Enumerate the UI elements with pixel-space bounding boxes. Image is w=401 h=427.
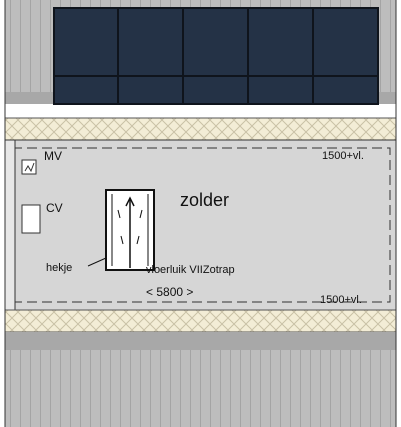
- mv-unit-icon: [21, 159, 37, 175]
- room-name: zolder: [180, 190, 229, 210]
- stair-hatch: [105, 189, 155, 271]
- attic-floor-plan: MV CV zolder hekje vloerluik VIIZotrap <…: [4, 0, 397, 427]
- cv-label: CV: [46, 201, 63, 215]
- insulation-bottom: [4, 309, 397, 333]
- railing-label: hekje: [46, 262, 72, 274]
- room-floor: [4, 139, 397, 311]
- width-dimension: < 5800 >: [146, 285, 193, 299]
- ceiling-height-bottom: 1500+vl.: [320, 294, 362, 306]
- cv-boiler-icon: [21, 204, 41, 234]
- roof-bottom: [5, 332, 396, 427]
- solar-panel-array: [53, 7, 379, 105]
- ceiling-height-top: 1500+vl.: [322, 150, 364, 162]
- left-wall: [4, 139, 16, 311]
- mv-label: MV: [44, 149, 62, 163]
- insulation-top: [4, 117, 397, 141]
- hatch-label: vloerluik VIIZotrap: [146, 264, 235, 276]
